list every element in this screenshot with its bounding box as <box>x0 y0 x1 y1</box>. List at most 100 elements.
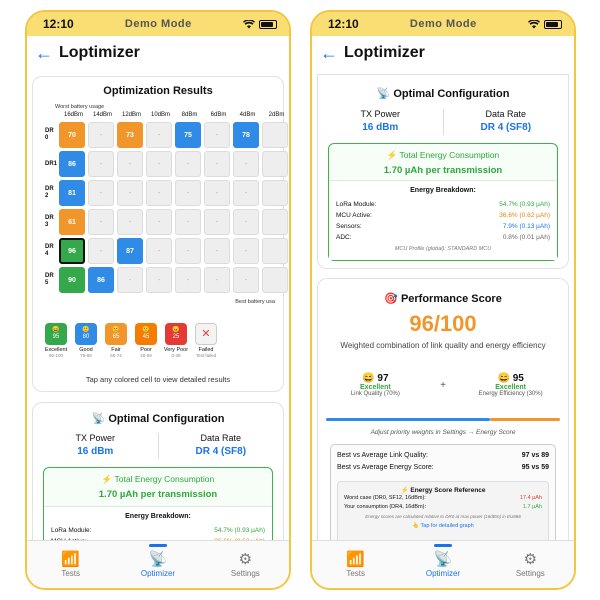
tab-settings[interactable]: ⚙ Settings <box>495 551 565 578</box>
demo-mode-label: Demo Mode <box>409 18 477 30</box>
antenna-icon: 📶 <box>61 551 80 568</box>
energy-consumption-box: ⚡ Total Energy Consumption 1.70 µAh per … <box>43 467 273 540</box>
legend-swatch: 😄 95 <box>45 323 67 345</box>
grid-row: DR 2 81- - - - - - <box>45 180 289 206</box>
page-title: Loptimizer <box>344 44 425 61</box>
grid-cell: - <box>204 209 230 235</box>
column-header: 16dBm <box>63 112 83 118</box>
link-quality-score: 😄 97 Excellent Link Quality (70%) <box>350 373 400 397</box>
neutral-face-icon: 😐 <box>112 327 120 333</box>
tx-power-value: 16 dBm <box>77 446 114 457</box>
status-bar: 12:10 Demo Mode <box>312 12 574 36</box>
grid-cell: - <box>146 209 172 235</box>
weight-bar <box>326 418 560 421</box>
grid-cell[interactable]: 86 <box>88 267 114 293</box>
row-label: DR 4 <box>45 244 54 257</box>
grid-cell[interactable]: 70 <box>59 122 85 148</box>
legend-range: 40-59 <box>140 353 152 358</box>
grid-row: DR1 86- - - - - - <box>45 151 289 177</box>
grid-cell: - <box>204 122 230 148</box>
breakdown-label: MCU Active: <box>336 212 372 219</box>
tx-power-label: TX Power <box>360 109 400 119</box>
smile-face-icon: 🙂 <box>82 327 90 333</box>
tab-settings[interactable]: ⚙ Settings <box>210 551 280 578</box>
breakdown-row: LoRa Module: 54.7% (0.93 µAh) <box>44 525 272 536</box>
legend-swatch: ✕ <box>195 323 217 345</box>
grid-cell[interactable]: 75 <box>175 122 201 148</box>
grid-cell[interactable]: 81 <box>59 180 85 206</box>
score-components: 😄 97 Excellent Link Quality (70%) + 😄 95… <box>318 373 568 397</box>
grid-cell[interactable]: 87 <box>117 238 143 264</box>
breakdown-title: Energy Breakdown: <box>125 513 191 520</box>
energy-reference-box[interactable]: ⚡ Energy Score Reference Worst case (DR0… <box>337 481 549 540</box>
scroll-content[interactable]: Optimization Results Worst battery usage… <box>27 68 289 540</box>
target-icon: 🎯 <box>384 293 398 305</box>
grid-cell: - <box>88 209 114 235</box>
legend-swatch: 🙂 80 <box>75 323 97 345</box>
status-bar: 12:10 Demo Mode <box>27 12 289 36</box>
data-rate-value: DR 4 (SF8) <box>195 446 247 457</box>
grid-cell: - <box>233 238 259 264</box>
legend-value: 45 <box>142 334 150 340</box>
grid-cell[interactable]: 96 <box>59 238 85 264</box>
grid-cell[interactable]: 78 <box>233 122 259 148</box>
legend-item: 😠 25 Very Poor 0-39 <box>163 323 189 358</box>
performance-subtitle: Weighted combination of link quality and… <box>340 341 546 350</box>
grid-cell[interactable]: 61 <box>59 209 85 235</box>
grin-face-icon: 😄 <box>52 327 60 333</box>
grin-face-icon: 😄 <box>497 373 510 384</box>
grid-cell[interactable]: 90 <box>59 267 85 293</box>
page-title: Loptimizer <box>59 44 140 61</box>
grid-cell: - <box>204 180 230 206</box>
best-battery-label: Best battery usa <box>235 299 275 305</box>
battery-icon <box>543 19 562 29</box>
legend-range: Test failed <box>195 353 217 358</box>
legend-value: 80 <box>82 334 90 340</box>
legend-item: ✕ Failed Test failed <box>193 323 219 358</box>
tx-power-label: TX Power <box>75 433 115 443</box>
grid-cell: - <box>233 209 259 235</box>
nav-bar: ← Loptimizer <box>27 38 289 68</box>
mcu-profile: MCU Profile (global): STANDARD MCU <box>394 246 492 252</box>
tab-tests[interactable]: 📶 Tests <box>36 551 106 578</box>
grid-cell[interactable]: 86 <box>59 151 85 177</box>
energy-efficiency-score: 😄 95 Excellent Energy Efficiency (30%) <box>478 373 543 397</box>
column-header: 12dBm <box>121 112 141 118</box>
status-time: 12:10 <box>328 17 359 31</box>
plus-sign: + <box>440 379 446 391</box>
sad-face-icon: 🙁 <box>142 327 150 333</box>
grid-cell[interactable]: 73 <box>117 122 143 148</box>
gear-icon: ⚙ <box>523 551 538 568</box>
performance-score-card: 🎯 Performance Score 96/100 Weighted comb… <box>317 278 569 540</box>
adjust-hint[interactable]: Adjust priority weights in Settings → En… <box>318 429 568 436</box>
breakdown-row: Sensors: 7.9% (0.13 µAh) <box>329 221 557 232</box>
legend-value: 95 <box>52 334 60 340</box>
breakdown-row: ADC: 0.8% (0.01 µAh) <box>329 232 557 243</box>
tab-bar: 📶 Tests 📡 Optimizer ⚙ Settings <box>312 540 574 588</box>
energy-breakdown: Energy Breakdown: LoRa Module: 54.7% (0.9… <box>329 180 557 260</box>
breakdown-row: LoRa Module: 54.7% (0.93 µAh) <box>329 199 557 210</box>
back-arrow-icon[interactable]: ← <box>35 44 53 62</box>
optimization-results-card: Optimization Results Worst battery usage… <box>32 76 288 392</box>
broadcast-icon: 📡 <box>433 551 453 568</box>
breakdown-value: 0.8% (0.01 µAh) <box>502 234 550 241</box>
phone-screen-left: 12:10 Demo Mode ← Loptimizer Optimizatio… <box>25 10 291 590</box>
config-summary: TX Power 16 dBm Data Rate DR 4 (SF8) <box>318 109 568 135</box>
grid-cell: - <box>175 238 201 264</box>
tab-tests[interactable]: 📶 Tests <box>321 551 391 578</box>
grid-cell: - <box>88 122 114 148</box>
tx-power-value: 16 dBm <box>362 122 399 133</box>
scroll-content[interactable]: 📡 Optimal Configuration TX Power 16 dBm … <box>312 68 574 540</box>
satellite-dish-icon: 📡 <box>91 413 106 425</box>
legend-item: 🙁 45 Poor 40-59 <box>133 323 159 358</box>
worst-case-row: Worst case (DR0, SF12, 16dBm): 17.4 µAh <box>344 495 542 501</box>
breakdown-value: 54.7% (0.93 µAh) <box>499 201 550 208</box>
tap-graph-link[interactable]: 👆 Tap for detailed graph <box>338 523 548 529</box>
gear-icon: ⚙ <box>238 551 253 568</box>
tab-optimizer[interactable]: 📡 Optimizer <box>408 544 478 578</box>
back-arrow-icon[interactable]: ← <box>320 44 338 62</box>
tab-optimizer[interactable]: 📡 Optimizer <box>123 544 193 578</box>
legend-value: 65 <box>112 334 120 340</box>
legend-range: 90-100 <box>48 353 63 358</box>
legend-item: 😄 95 Excellent 90-100 <box>43 323 69 358</box>
